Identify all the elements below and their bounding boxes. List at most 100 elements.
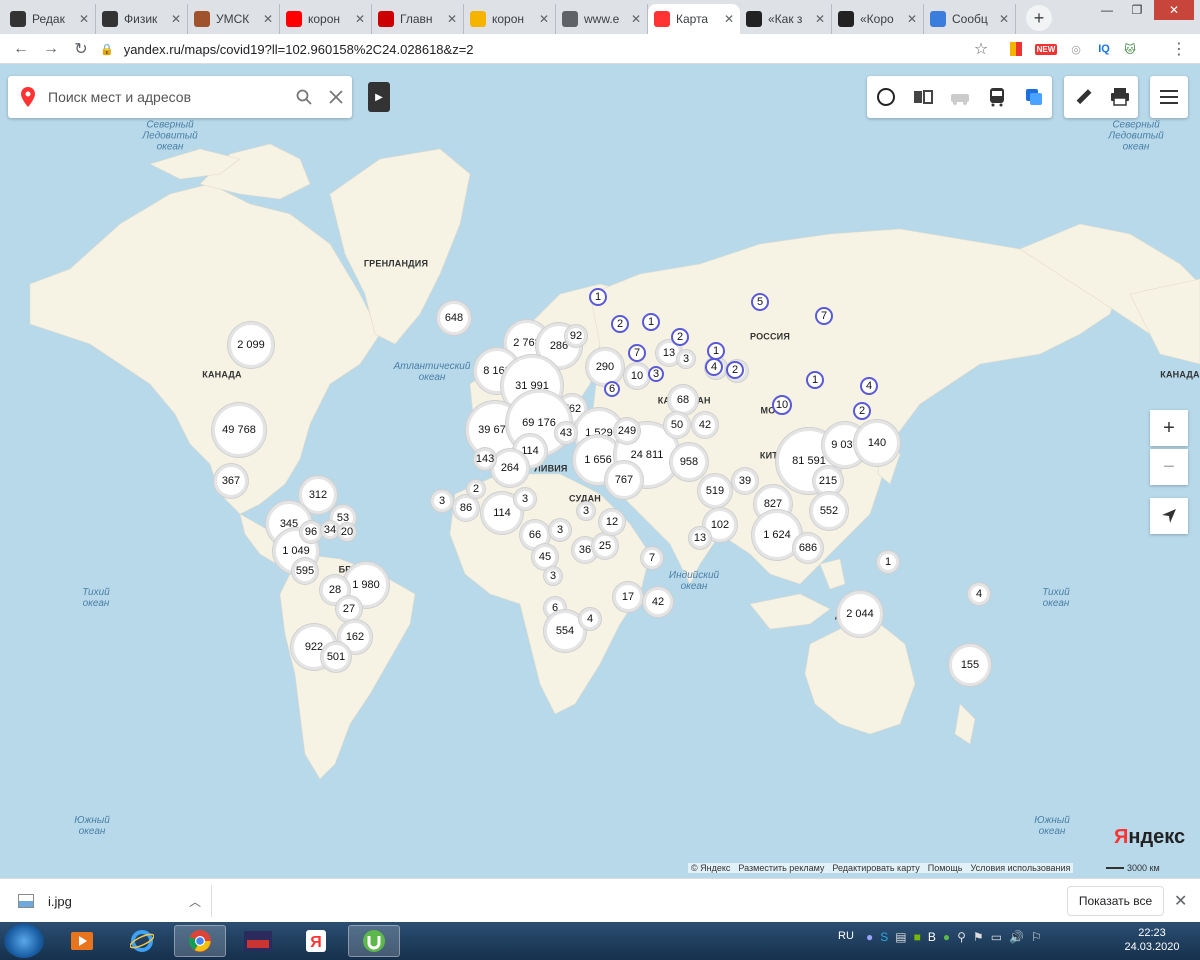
covid-cluster[interactable]: 2 044 [837, 591, 883, 637]
close-tab-icon[interactable]: ✕ [539, 12, 549, 26]
covid-cluster[interactable]: 264 [491, 449, 529, 487]
menu-icon[interactable] [1150, 76, 1187, 118]
covid-cluster-small[interactable]: 4 [705, 358, 723, 376]
covid-cluster[interactable]: 3 [544, 567, 562, 585]
covid-cluster[interactable]: 140 [854, 420, 900, 466]
covid-cluster[interactable]: 686 [793, 533, 823, 563]
flag-icon[interactable]: ⚑ [973, 930, 984, 944]
new-badge-icon[interactable]: NEW [1034, 39, 1058, 59]
covid-cluster-small[interactable]: 4 [860, 377, 878, 395]
utorrent-icon[interactable] [348, 925, 400, 957]
restore-button[interactable]: ❐ [1124, 0, 1150, 20]
covid-cluster[interactable]: 96 [300, 521, 322, 543]
ruler-icon[interactable] [1064, 76, 1101, 118]
traffic-icon[interactable] [867, 76, 904, 118]
print-icon[interactable] [1101, 76, 1138, 118]
close-tab-icon[interactable]: ✕ [79, 12, 89, 26]
search-input[interactable]: Поиск мест и адресов [48, 89, 288, 105]
search-icon[interactable] [288, 89, 320, 105]
photo-app-icon[interactable] [232, 925, 284, 957]
internet-explorer-icon[interactable] [116, 925, 168, 957]
map-viewport[interactable]: Северный Ледовитый океан Северный Ледови… [0, 64, 1200, 878]
usb-icon[interactable]: ⚲ [957, 930, 966, 944]
zoom-out-button[interactable]: − [1150, 449, 1188, 485]
covid-cluster[interactable]: 519 [698, 474, 732, 508]
covid-cluster[interactable]: 958 [670, 443, 708, 481]
forward-button[interactable]: → [40, 38, 62, 60]
cat-avatar-icon[interactable]: 🐱 [1120, 39, 1140, 59]
covid-cluster[interactable]: 155 [949, 644, 991, 686]
close-tab-icon[interactable]: ✕ [263, 12, 273, 26]
covid-cluster-small[interactable]: 1 [589, 288, 607, 306]
new-tab-button[interactable]: + [1026, 5, 1052, 31]
clear-search-icon[interactable] [320, 90, 352, 104]
covid-cluster-small[interactable]: 1 [806, 371, 824, 389]
covid-cluster[interactable]: 767 [605, 461, 643, 499]
covid-cluster[interactable]: 3 [677, 350, 695, 368]
utorrent-tray-icon[interactable]: ● [943, 930, 950, 944]
covid-cluster-small[interactable]: 7 [628, 344, 646, 362]
covid-cluster[interactable]: 42 [692, 412, 718, 438]
tab-5[interactable]: корон ✕ [464, 4, 556, 34]
show-all-downloads-button[interactable]: Показать все [1067, 886, 1164, 916]
covid-cluster[interactable]: 367 [214, 464, 248, 498]
covid-cluster[interactable]: 86 [453, 495, 479, 521]
start-button[interactable] [4, 924, 44, 958]
covid-cluster[interactable]: 595 [292, 558, 318, 584]
chrome-menu-icon[interactable]: ⋮ [1168, 38, 1190, 60]
close-tab-icon[interactable]: ✕ [631, 12, 641, 26]
covid-cluster[interactable]: 3 [431, 490, 453, 512]
media-player-icon[interactable] [56, 925, 108, 957]
skype-icon[interactable]: S [880, 930, 888, 944]
chevron-up-icon[interactable]: ︿ [189, 893, 201, 910]
tab-2[interactable]: УМСК ✕ [188, 4, 280, 34]
search-box[interactable]: Поиск мест и адресов [8, 76, 352, 118]
covid-cluster[interactable]: 552 [810, 492, 848, 530]
covid-cluster-small[interactable]: 1 [642, 313, 660, 331]
action-center-icon[interactable]: ⚐ [1031, 930, 1042, 944]
covid-cluster[interactable]: 27 [336, 596, 362, 622]
close-tab-icon[interactable]: ✕ [171, 12, 181, 26]
covid-cluster[interactable]: 12 [599, 509, 625, 535]
battery-icon[interactable]: ▭ [991, 930, 1002, 944]
expand-panel-button[interactable]: ▶ [368, 82, 390, 112]
download-item[interactable]: i.jpg ︿ [12, 885, 212, 917]
covid-cluster-small[interactable]: 2 [611, 315, 629, 333]
covid-cluster[interactable]: 43 [555, 422, 577, 444]
sync-icon[interactable]: ◎ [1066, 39, 1086, 59]
layers-icon[interactable] [904, 76, 941, 118]
close-tab-icon[interactable]: ✕ [724, 12, 734, 26]
network-icon[interactable]: ▤ [895, 930, 906, 944]
transit-icon[interactable] [978, 76, 1015, 118]
terms-link[interactable]: Условия использования [971, 863, 1071, 873]
tab-4[interactable]: Главн ✕ [372, 4, 464, 34]
covid-cluster[interactable]: 68 [668, 385, 698, 415]
tab-0[interactable]: Редак ✕ [4, 4, 96, 34]
minimize-button[interactable]: — [1094, 0, 1120, 20]
covid-cluster[interactable]: 4 [579, 608, 601, 630]
close-download-bar-icon[interactable]: ✕ [1174, 891, 1187, 911]
covid-cluster[interactable]: 648 [437, 301, 471, 335]
tab-9[interactable]: «Коро ✕ [832, 4, 924, 34]
parking-icon[interactable] [941, 76, 978, 118]
covid-cluster[interactable]: 92 [565, 325, 587, 347]
covid-cluster-small[interactable]: 3 [648, 366, 664, 382]
zoom-in-button[interactable]: + [1150, 410, 1188, 446]
close-tab-icon[interactable]: ✕ [355, 12, 365, 26]
chrome-icon[interactable] [174, 925, 226, 957]
bookmark-flag-icon[interactable] [1006, 39, 1026, 59]
tab-8[interactable]: «Как з ✕ [740, 4, 832, 34]
close-tab-icon[interactable]: ✕ [447, 12, 457, 26]
covid-cluster[interactable]: 249 [614, 418, 640, 444]
covid-cluster-small[interactable]: 2 [671, 328, 689, 346]
covid-cluster[interactable]: 49 768 [212, 403, 266, 457]
address-bar[interactable]: 🔒 yandex.ru/maps/covid19?ll=102.960158%2… [100, 37, 1000, 61]
geolocation-button[interactable] [1150, 498, 1188, 534]
covid-cluster[interactable]: 2 [467, 480, 485, 498]
tab-7[interactable]: Карта ✕ [648, 4, 740, 34]
covid-cluster[interactable]: 3 [514, 488, 536, 510]
tab-10[interactable]: Сообц ✕ [924, 4, 1016, 34]
covid-cluster-small[interactable]: 2 [853, 402, 871, 420]
discord-icon[interactable]: ● [866, 930, 873, 944]
tab-6[interactable]: www.e ✕ [556, 4, 648, 34]
